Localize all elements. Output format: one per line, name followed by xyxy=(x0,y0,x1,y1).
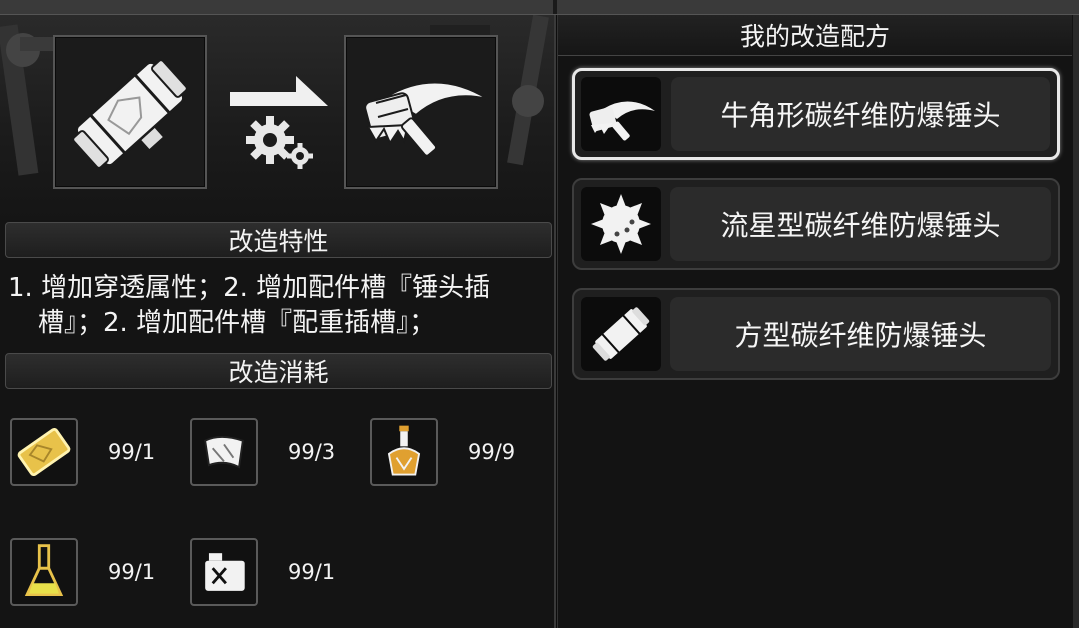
modification-panel: 改造特性 1. 增加穿透属性；2. 增加配件槽『锤头插 槽』；2. 增加配件槽『… xyxy=(0,15,556,628)
white-plate-icon xyxy=(204,436,244,469)
square-hammer-head-icon xyxy=(592,307,650,361)
traits-line-2: 槽』；2. 增加配件槽『配重插槽』； xyxy=(38,308,436,338)
material-slot-1[interactable] xyxy=(10,418,78,486)
traits-section-header: 改造特性 xyxy=(5,222,552,258)
conversion-scene xyxy=(0,15,554,220)
recipes-panel: 我的改造配方 牛角形碳纤维防爆锤头 流星型碳纤维防爆锤头 方型碳纤维防爆锤头 xyxy=(557,15,1079,628)
material-slot-2[interactable] xyxy=(190,418,258,486)
material-count-2: 99/3 xyxy=(288,440,336,464)
orange-potion-flask-icon xyxy=(387,425,421,476)
arrow-gears-icon xyxy=(228,70,332,190)
panel-divider-notch xyxy=(553,0,557,14)
recipe-name: 牛角形碳纤维防爆锤头 xyxy=(720,99,1001,132)
material-count-3: 99/9 xyxy=(468,440,516,464)
material-slot-5[interactable] xyxy=(190,538,258,606)
canister-icon xyxy=(205,553,245,591)
traits-line-1: 1. 增加穿透属性；2. 增加配件槽『锤头插 xyxy=(8,273,491,303)
horn-hammer-head-icon xyxy=(364,81,489,157)
recipe-icon-box xyxy=(581,187,661,261)
material-count-5: 99/1 xyxy=(288,560,336,584)
bg-crane-joint-right xyxy=(512,85,544,117)
spiked-ball-icon xyxy=(591,194,651,254)
recipe-name: 流星型碳纤维防爆锤头 xyxy=(720,209,1001,242)
recipes-header: 我的改造配方 xyxy=(558,15,1072,56)
target-item-slot[interactable] xyxy=(344,35,498,189)
recipe-name-box: 流星型碳纤维防爆锤头 xyxy=(670,187,1051,261)
recipes-title: 我的改造配方 xyxy=(739,22,890,51)
gold-plate-icon xyxy=(17,427,71,477)
recipe-item-horn-hammer[interactable]: 牛角形碳纤维防爆锤头 xyxy=(572,68,1060,160)
material-count-4: 99/1 xyxy=(108,560,156,584)
material-slot-4[interactable] xyxy=(10,538,78,606)
material-slot-3[interactable] xyxy=(370,418,438,486)
recipe-name-box: 方型碳纤维防爆锤头 xyxy=(670,297,1051,371)
traits-title: 改造特性 xyxy=(228,227,329,256)
cost-section-header: 改造消耗 xyxy=(5,353,552,389)
recipe-name-box: 牛角形碳纤维防爆锤头 xyxy=(671,77,1050,151)
yellow-liquid-flask-icon xyxy=(24,544,64,596)
traits-description: 1. 增加穿透属性；2. 增加配件槽『锤头插 槽』；2. 增加配件槽『配重插槽』… xyxy=(8,271,554,341)
top-bar xyxy=(0,0,1079,15)
recipe-item-meteor-hammer[interactable]: 流星型碳纤维防爆锤头 xyxy=(572,178,1060,270)
horn-hammer-head-icon xyxy=(589,101,655,141)
cost-title: 改造消耗 xyxy=(228,358,329,387)
recipe-item-square-hammer[interactable]: 方型碳纤维防爆锤头 xyxy=(572,288,1060,380)
source-item-slot[interactable] xyxy=(53,35,207,189)
recipe-icon-box xyxy=(581,297,661,371)
recipe-icon-box xyxy=(581,77,661,151)
recipe-name: 方型碳纤维防爆锤头 xyxy=(734,319,987,352)
material-count-1: 99/1 xyxy=(108,440,156,464)
square-hammer-head-icon xyxy=(72,59,188,169)
